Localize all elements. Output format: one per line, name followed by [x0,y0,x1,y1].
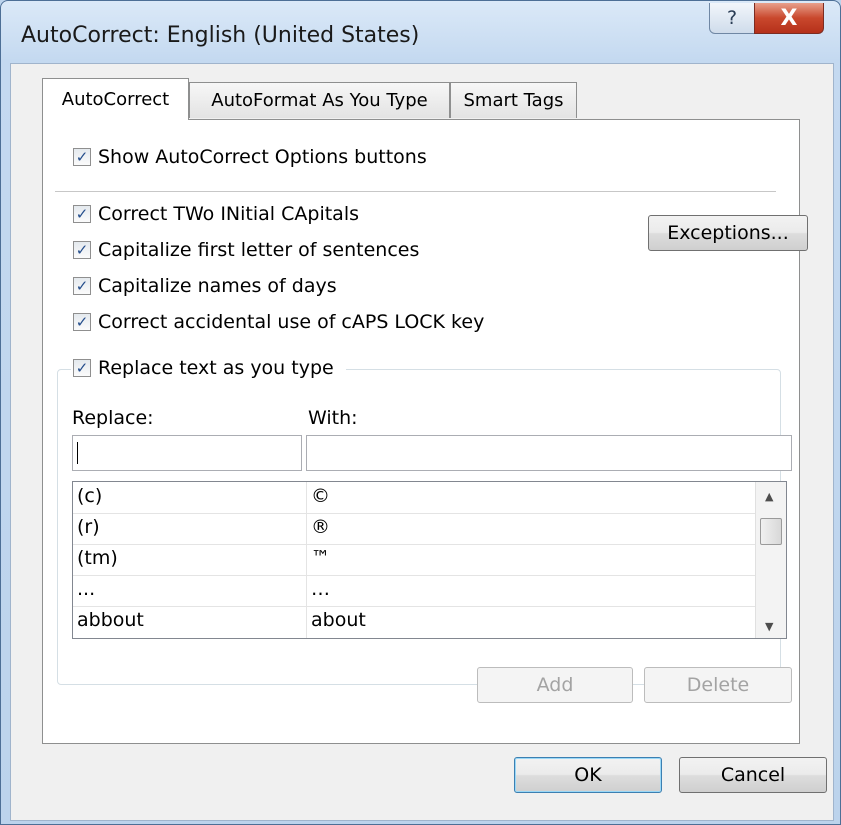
checkbox-checked-icon: ✓ [73,359,91,377]
list-item[interactable]: abbout about [73,606,756,637]
dialog-window: AutoCorrect: English (United States) ? X… [0,0,841,825]
window-title: AutoCorrect: English (United States) [21,23,420,48]
separator [55,191,776,192]
two-initial-checkbox[interactable]: ✓ Correct TWo INitial CApitals [73,203,359,225]
checkbox-label: Correct accidental use of cAPS LOCK key [98,311,485,333]
text-caret [77,442,78,464]
checkbox-checked-icon: ✓ [73,148,91,166]
list-item[interactable]: ... … [73,575,756,607]
checkbox-checked-icon: ✓ [73,205,91,223]
tab-autoformat[interactable]: AutoFormat As You Type [189,82,450,118]
scroll-up-icon[interactable]: ▲ [765,490,773,503]
help-icon: ? [726,7,738,29]
checkbox-label: Correct TWo INitial CApitals [98,203,359,225]
checkbox-checked-icon: ✓ [73,241,91,259]
caps-lock-checkbox[interactable]: ✓ Correct accidental use of cAPS LOCK ke… [73,311,484,333]
replace-text-checkbox[interactable]: ✓ Replace text as you type [71,357,346,379]
autocorrect-entries-list[interactable]: (c) © (r) ® (tm) ™ ... … abbout about ▲ [72,481,787,639]
checkbox-checked-icon: ✓ [73,313,91,331]
with-label: With: [308,407,358,429]
exceptions-button[interactable]: Exceptions... [648,215,808,251]
delete-button[interactable]: Delete [644,667,792,703]
entry-replace: (c) [77,485,103,507]
list-item[interactable]: (r) ® [73,513,756,545]
scroll-down-icon[interactable]: ▼ [765,620,773,633]
help-button[interactable]: ? [709,3,755,34]
scroll-thumb[interactable] [760,518,782,545]
entry-with: … [311,578,330,600]
entry-replace: (r) [77,516,100,538]
replace-input[interactable] [72,435,302,471]
entry-with: ® [311,516,330,538]
checkbox-label: Capitalize first letter of sentences [98,239,420,261]
checkbox-label: Capitalize names of days [98,275,337,297]
dialog-client: AutoCorrect AutoFormat As You Type Smart… [10,63,834,821]
with-input[interactable] [306,435,792,471]
tab-label: Smart Tags [463,90,564,111]
entry-with: © [311,485,330,507]
tab-label: AutoFormat As You Type [211,90,428,111]
replace-label: Replace: [72,407,154,429]
entry-with: ™ [311,547,330,569]
list-item[interactable]: (tm) ™ [73,544,756,576]
entry-with: about [311,609,366,631]
close-button[interactable]: X [754,3,824,34]
list-item[interactable]: (c) © [73,482,756,514]
add-button[interactable]: Add [477,667,633,703]
checkbox-label: Replace text as you type [98,357,334,379]
tab-autocorrect[interactable]: AutoCorrect [42,78,189,120]
entry-replace: (tm) [77,547,118,569]
cancel-button[interactable]: Cancel [679,757,827,793]
days-checkbox[interactable]: ✓ Capitalize names of days [73,275,337,297]
tab-label: AutoCorrect [61,89,170,110]
first-letter-checkbox[interactable]: ✓ Capitalize first letter of sentences [73,239,419,261]
checkbox-checked-icon: ✓ [73,277,91,295]
ok-button[interactable]: OK [514,757,662,793]
vertical-scrollbar[interactable]: ▲ ▼ [755,482,786,638]
tab-smart-tags[interactable]: Smart Tags [450,82,577,118]
entry-replace: ... [77,578,96,600]
show-options-checkbox[interactable]: ✓ Show AutoCorrect Options buttons [73,146,427,168]
checkbox-label: Show AutoCorrect Options buttons [98,146,427,168]
close-icon: X [780,5,798,31]
entry-replace: abbout [77,609,144,631]
